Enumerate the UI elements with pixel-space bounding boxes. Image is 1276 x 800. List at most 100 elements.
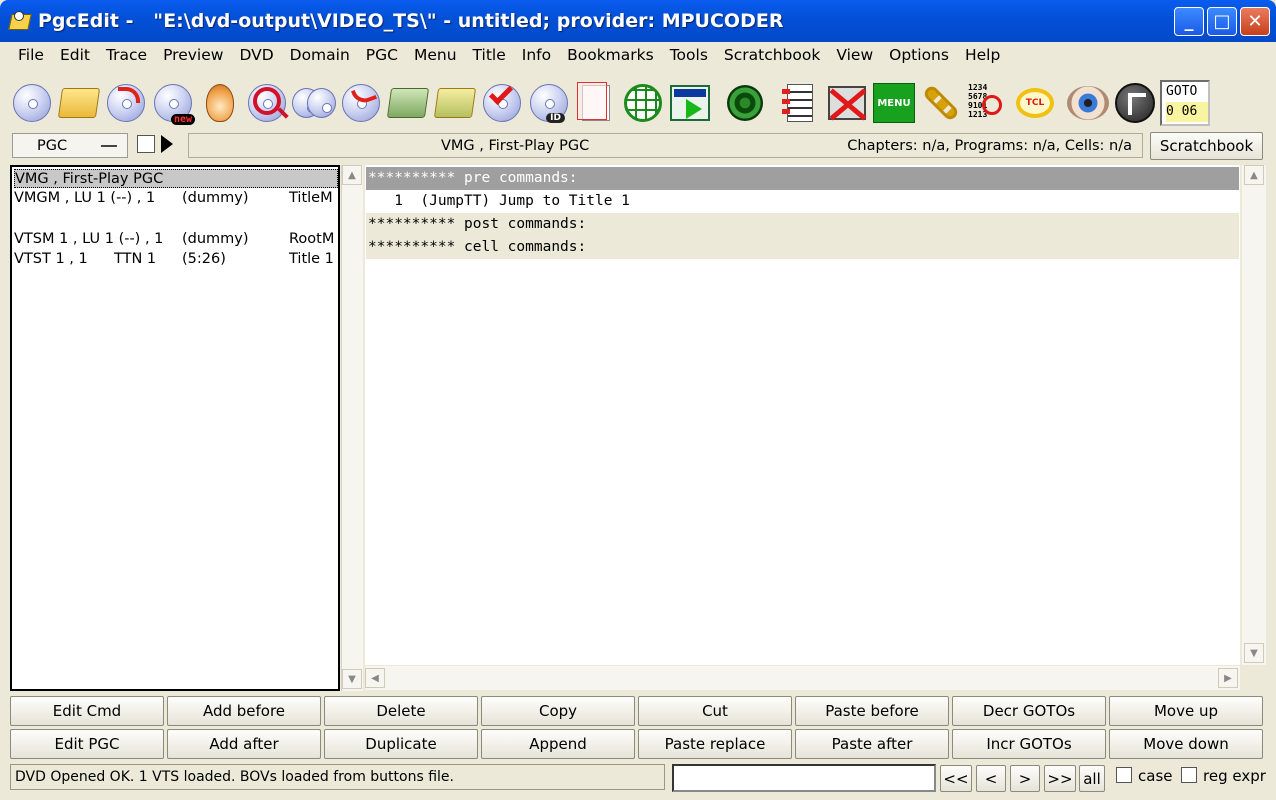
add-before-button[interactable]: Add before: [167, 696, 321, 726]
goto-value: 0 06: [1166, 102, 1208, 122]
menu-menu[interactable]: Menu: [406, 42, 465, 68]
window-title: PgcEdit - "E:\dvd-output\VIDEO_TS\" - un…: [38, 10, 784, 32]
search-next-button[interactable]: >: [1010, 765, 1040, 792]
film-reel-icon[interactable]: [723, 79, 767, 127]
search-prev-button[interactable]: <: [976, 765, 1006, 792]
list-item-type: Title 1: [289, 251, 334, 267]
move-up-button[interactable]: Move up: [1109, 696, 1263, 726]
search-disc-icon[interactable]: [245, 79, 289, 127]
search-last-button[interactable]: >>: [1044, 765, 1076, 792]
copy-button[interactable]: Copy: [481, 696, 635, 726]
minimize-button[interactable]: _: [1174, 7, 1204, 36]
paste-replace-button[interactable]: Paste replace: [638, 729, 792, 759]
new-disc-icon[interactable]: new: [151, 79, 195, 127]
decr-gotos-button[interactable]: Decr GOTOs: [952, 696, 1106, 726]
search-all-button[interactable]: all: [1079, 765, 1105, 792]
menu-icon[interactable]: MENU: [872, 79, 916, 127]
search-input[interactable]: [672, 764, 936, 792]
scroll-up-arrow-icon[interactable]: ▲: [342, 165, 362, 185]
close-button[interactable]: ✕: [1240, 7, 1270, 36]
onion-icon[interactable]: [198, 79, 242, 127]
play-icon[interactable]: [161, 135, 173, 153]
counts-label: Chapters: n/a, Programs: n/a, Cells: n/a: [847, 137, 1132, 154]
scroll-left-arrow-icon[interactable]: ◀: [365, 668, 385, 688]
command-horizontal-scrollbar[interactable]: ◀ ▶: [365, 666, 1240, 690]
edit-cmd-button[interactable]: Edit Cmd: [10, 696, 164, 726]
edit-pgc-button[interactable]: Edit PGC: [10, 729, 164, 759]
menu-scratchbook[interactable]: Scratchbook: [716, 42, 828, 68]
chain-icon[interactable]: [919, 79, 963, 127]
eye-icon[interactable]: [1066, 79, 1110, 127]
scroll-right-arrow-icon[interactable]: ▶: [1218, 668, 1238, 688]
append-button[interactable]: Append: [481, 729, 635, 759]
menu-title[interactable]: Title: [465, 42, 514, 68]
menu-pgc[interactable]: PGC: [358, 42, 406, 68]
list-item[interactable]: VTSM 1 , LU 1 (--) , 1 (dummy) RootM: [14, 230, 338, 249]
move-down-button[interactable]: Move down: [1109, 729, 1263, 759]
menu-file[interactable]: File: [10, 42, 52, 68]
maximize-button[interactable]: □: [1207, 7, 1237, 36]
incr-gotos-button[interactable]: Incr GOTOs: [952, 729, 1106, 759]
command-buttons: Edit Cmd Add before Delete Copy Cut Past…: [10, 696, 1266, 760]
list-item[interactable]: VTST 1 , 1 TTN 1 (5:26) Title 1: [14, 250, 338, 269]
command-line[interactable]: ********** cell commands:: [366, 236, 1239, 259]
list-item[interactable]: VMGM , LU 1 (--) , 1 (dummy) TitleM: [14, 189, 338, 208]
list-item-name: VMG , First-Play PGC: [15, 171, 164, 187]
paste-before-button[interactable]: Paste before: [795, 696, 949, 726]
regex-checkbox[interactable]: [1181, 767, 1197, 783]
save-as-icon[interactable]: [386, 79, 430, 127]
no-film-icon[interactable]: [825, 79, 869, 127]
list-item-name: VTSM 1 , LU 1 (--) , 1: [14, 231, 164, 247]
list-item[interactable]: VMG , First-Play PGC: [14, 169, 338, 188]
pgc-list: VMG , First-Play PGC VMGM , LU 1 (--) , …: [10, 165, 340, 691]
scratchbook-button[interactable]: Scratchbook: [1150, 132, 1263, 160]
disc-id-icon[interactable]: ID: [527, 79, 571, 127]
list-item-length: (dummy): [182, 231, 249, 247]
play-preview-icon[interactable]: [668, 79, 712, 127]
open-folder-icon[interactable]: [57, 79, 101, 127]
check-disc-icon[interactable]: [480, 79, 524, 127]
menu-trace[interactable]: Trace: [98, 42, 155, 68]
menu-help[interactable]: Help: [957, 42, 1008, 68]
numbers-search-icon[interactable]: 1234 5678 9101 1213: [966, 79, 1010, 127]
duplicate-button[interactable]: Duplicate: [324, 729, 478, 759]
pgc-checkbox[interactable]: [137, 135, 155, 153]
tcl-icon[interactable]: TCL: [1013, 79, 1057, 127]
menu-preview[interactable]: Preview: [155, 42, 231, 68]
save-folder-icon[interactable]: [433, 79, 477, 127]
open-dvd-disc-icon[interactable]: [10, 79, 54, 127]
current-pgc-label: VMG , First-Play PGC: [441, 137, 590, 154]
case-checkbox[interactable]: [1116, 767, 1132, 783]
menu-bookmarks[interactable]: Bookmarks: [559, 42, 662, 68]
checklist-icon[interactable]: [778, 79, 822, 127]
command-panel[interactable]: ********** pre commands: 1 (JumpTT) Jump…: [365, 165, 1240, 665]
menu-info[interactable]: Info: [514, 42, 559, 68]
menu-view[interactable]: View: [828, 42, 881, 68]
menu-options[interactable]: Options: [881, 42, 957, 68]
cut-button[interactable]: Cut: [638, 696, 792, 726]
app-icon: [8, 10, 30, 32]
command-line[interactable]: 1 (JumpTT) Jump to Title 1: [366, 190, 1239, 213]
menu-tools[interactable]: Tools: [662, 42, 716, 68]
search-first-button[interactable]: <<: [940, 765, 972, 792]
scroll-down-arrow-icon[interactable]: ▼: [342, 669, 362, 689]
scroll-down-arrow-icon[interactable]: ▼: [1244, 643, 1264, 663]
menu-dvd[interactable]: DVD: [231, 42, 281, 68]
delete-button[interactable]: Delete: [324, 696, 478, 726]
list-scrollbar[interactable]: ▲ ▼: [341, 165, 363, 691]
command-line[interactable]: ********** post commands:: [366, 213, 1239, 236]
scroll-up-arrow-icon[interactable]: ▲: [1244, 165, 1264, 185]
pgc-selector[interactable]: PGC: [12, 133, 128, 158]
command-line[interactable]: ********** pre commands:: [366, 167, 1239, 190]
paste-after-button[interactable]: Paste after: [795, 729, 949, 759]
menu-domain[interactable]: Domain: [282, 42, 358, 68]
reload-disc-icon[interactable]: [104, 79, 148, 127]
globe-icon[interactable]: [621, 79, 665, 127]
multi-disc-icon[interactable]: [292, 79, 336, 127]
copy-document-icon[interactable]: [574, 79, 618, 127]
command-vertical-scrollbar[interactable]: ▲ ▼: [1242, 165, 1266, 665]
add-after-button[interactable]: Add after: [167, 729, 321, 759]
navigate-arrow-icon[interactable]: [1113, 79, 1157, 127]
jump-disc-icon[interactable]: [339, 79, 383, 127]
menu-edit[interactable]: Edit: [52, 42, 98, 68]
